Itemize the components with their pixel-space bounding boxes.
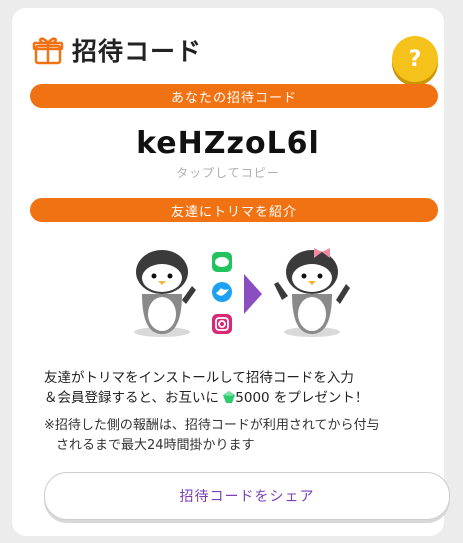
description-line-2: ＆会員登録すると、お互いに 5000 をプレゼント！ (44, 390, 369, 406)
line-icon (212, 252, 232, 272)
share-invite-code-button[interactable]: 招待コードをシェア (44, 472, 450, 520)
arrow-right-icon (244, 274, 262, 314)
penguin-left-icon (134, 250, 196, 337)
description-line-1: 友達がトリマをインストールして招待コードを入力 (44, 370, 354, 386)
header: 招待コード (32, 32, 202, 68)
gem-icon (223, 391, 236, 403)
copy-hint[interactable]: タップしてコピー (12, 164, 444, 181)
introduce-label: 友達にトリマを紹介 (30, 198, 438, 222)
penguin-right-icon (274, 248, 350, 337)
reward-note: ※招待した側の報酬は、招待コードが利用されてから付与 されるまで最大24時間掛か… (44, 418, 380, 453)
invite-description: 友達がトリマをインストールして招待コードを入力 ＆会員登録すると、お互いに 50… (44, 368, 434, 408)
instagram-icon (212, 314, 232, 334)
help-button[interactable]: ? (392, 36, 438, 82)
page-title: 招待コード (72, 37, 203, 66)
invite-card: 招待コード ? あなたの招待コード keHZzoL6l タップしてコピー 友達に… (12, 8, 450, 536)
twitter-icon (212, 282, 232, 302)
invite-code[interactable]: keHZzoL6l (12, 126, 444, 161)
invite-illustration (134, 248, 350, 337)
gift-icon (32, 37, 64, 65)
invite-code-label: あなたの招待コード (30, 84, 438, 108)
